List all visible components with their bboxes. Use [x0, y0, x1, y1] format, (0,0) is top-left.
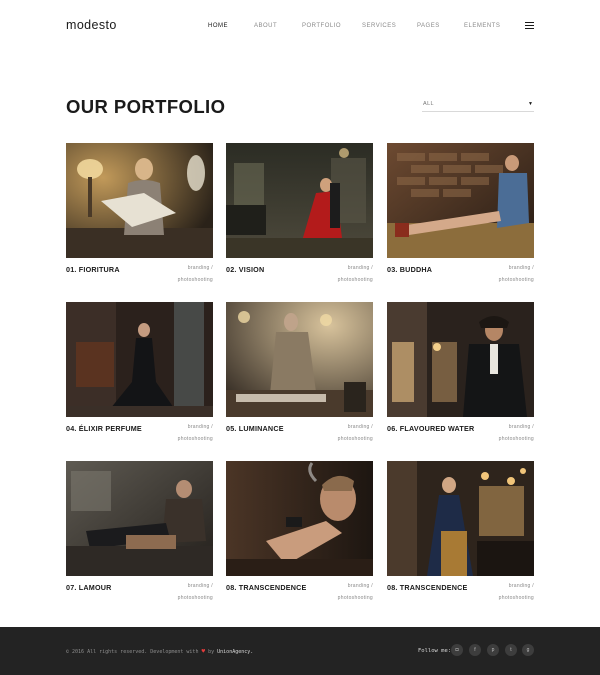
portfolio-thumbnail[interactable] — [226, 461, 373, 576]
copyright-text: © 2016 All rights reserved. Development … — [66, 648, 253, 655]
nav-about[interactable]: ABOUT — [254, 23, 277, 29]
portfolio-tag-photoshooting[interactable]: photoshooting — [178, 436, 213, 442]
portfolio-tag-photoshooting[interactable]: photoshooting — [178, 277, 213, 283]
portfolio-tag-branding[interactable]: branding / — [348, 265, 373, 271]
filter-value: ALL — [423, 101, 434, 107]
portfolio-tag-photoshooting[interactable]: photoshooting — [178, 595, 213, 601]
copyright-prefix: © 2016 All rights reserved. Development … — [66, 649, 199, 655]
portfolio-tag-photoshooting[interactable]: photoshooting — [338, 595, 373, 601]
portfolio-item[interactable]: 08. TRANSCENDENCE branding / photoshooti… — [226, 461, 373, 601]
portfolio-item-title[interactable]: 04. ÉLIXIR PERFUME — [66, 424, 142, 433]
portfolio-tag-branding[interactable]: branding / — [509, 424, 534, 430]
portfolio-tag-branding[interactable]: branding / — [509, 265, 534, 271]
nav-pages[interactable]: PAGES — [417, 23, 440, 29]
portfolio-item-title[interactable]: 08. TRANSCENDENCE — [226, 583, 306, 592]
portfolio-item-title[interactable]: 01. FIORITURA — [66, 265, 120, 274]
portfolio-tag-branding[interactable]: branding / — [188, 583, 213, 589]
portfolio-item[interactable]: 08. TRANSCENDENCE branding / photoshooti… — [387, 461, 534, 601]
portfolio-tag-branding[interactable]: branding / — [509, 583, 534, 589]
portfolio-item[interactable]: 06. FLAVOURED WATER branding / photoshoo… — [387, 302, 534, 442]
portfolio-item[interactable]: 05. LUMINANCE branding / photoshooting — [226, 302, 373, 442]
portfolio-tag-photoshooting[interactable]: photoshooting — [338, 277, 373, 283]
portfolio-item[interactable]: 07. LAMOUR branding / photoshooting — [66, 461, 213, 601]
portfolio-tag-branding[interactable]: branding / — [188, 424, 213, 430]
portfolio-item-title[interactable]: 05. LUMINANCE — [226, 424, 284, 433]
portfolio-tag-photoshooting[interactable]: photoshooting — [499, 595, 534, 601]
menu-icon[interactable] — [525, 22, 534, 29]
portfolio-thumbnail[interactable] — [226, 143, 373, 258]
main-nav: HOME ABOUT PORTFOLIO SERVICES PAGES ELEM… — [208, 23, 600, 33]
portfolio-tag-photoshooting[interactable]: photoshooting — [338, 436, 373, 442]
twitter-icon[interactable]: t — [505, 644, 517, 656]
heart-icon: ♥ — [201, 648, 206, 655]
portfolio-tag-branding[interactable]: branding / — [348, 583, 373, 589]
portfolio-thumbnail[interactable] — [66, 302, 213, 417]
facebook-icon[interactable]: f — [469, 644, 481, 656]
portfolio-thumbnail[interactable] — [387, 302, 534, 417]
caret-down-icon: ▼ — [528, 101, 533, 107]
portfolio-item-title[interactable]: 03. BUDDHA — [387, 265, 432, 274]
portfolio-tag-photoshooting[interactable]: photoshooting — [499, 436, 534, 442]
nav-services[interactable]: SERVICES — [362, 23, 396, 29]
portfolio-tag-photoshooting[interactable]: photoshooting — [499, 277, 534, 283]
portfolio-thumbnail[interactable] — [387, 461, 534, 576]
portfolio-tag-branding[interactable]: branding / — [188, 265, 213, 271]
portfolio-item[interactable]: 03. BUDDHA branding / photoshooting — [387, 143, 534, 283]
portfolio-thumbnail[interactable] — [387, 143, 534, 258]
portfolio-thumbnail[interactable] — [66, 143, 213, 258]
follow-label: Follow me: — [418, 648, 452, 654]
nav-portfolio[interactable]: PORTFOLIO — [302, 23, 341, 29]
google-plus-icon[interactable]: g — [522, 644, 534, 656]
portfolio-thumbnail[interactable] — [226, 302, 373, 417]
site-logo[interactable]: modesto — [66, 18, 117, 32]
portfolio-item[interactable]: 02. VISION branding / photoshooting — [226, 143, 373, 283]
portfolio-item-title[interactable]: 06. FLAVOURED WATER — [387, 424, 474, 433]
copyright-by: by — [208, 649, 215, 655]
portfolio-tag-branding[interactable]: branding / — [348, 424, 373, 430]
portfolio-item[interactable]: 01. FIORITURA branding / photoshooting — [66, 143, 213, 283]
nav-home[interactable]: HOME — [208, 23, 228, 29]
category-filter-select[interactable]: ALL ▼ — [422, 99, 534, 112]
site-header: modesto HOME ABOUT PORTFOLIO SERVICES PA… — [0, 0, 600, 54]
portfolio-item-title[interactable]: 02. VISION — [226, 265, 264, 274]
nav-elements[interactable]: ELEMENTS — [464, 23, 500, 29]
site-footer: © 2016 All rights reserved. Development … — [0, 627, 600, 675]
portfolio-item-title[interactable]: 08. TRANSCENDENCE — [387, 583, 467, 592]
page-title: OUR PORTFOLIO — [66, 96, 226, 117]
portfolio-item[interactable]: 04. ÉLIXIR PERFUME branding / photoshoot… — [66, 302, 213, 442]
portfolio-thumbnail[interactable] — [66, 461, 213, 576]
pinterest-icon[interactable]: p — [487, 644, 499, 656]
agency-link[interactable]: UnionAgency. — [217, 649, 253, 655]
portfolio-item-title[interactable]: 07. LAMOUR — [66, 583, 112, 592]
instagram-icon[interactable]: ◘ — [451, 644, 463, 656]
